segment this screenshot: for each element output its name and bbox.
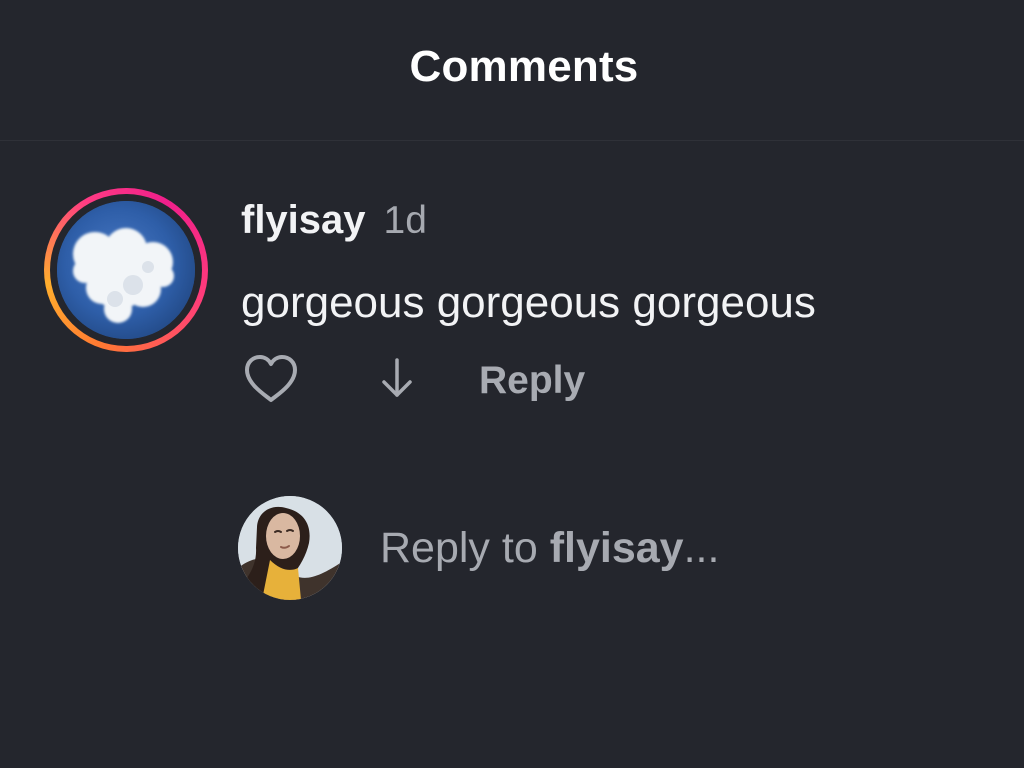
reply-input-target: flyisay bbox=[549, 524, 684, 572]
reply-input[interactable]: Reply to flyisay... bbox=[380, 524, 719, 573]
reply-composer: Reply to flyisay... bbox=[238, 496, 938, 602]
like-button[interactable] bbox=[241, 351, 301, 407]
user-portrait-image bbox=[238, 496, 342, 600]
download-button[interactable] bbox=[367, 351, 427, 407]
comment-header: flyisay 1d bbox=[241, 198, 427, 243]
cloud-heart-image bbox=[57, 201, 195, 339]
page-title: Comments bbox=[409, 42, 639, 91]
comments-header: Comments bbox=[0, 0, 1024, 141]
story-ring-inner bbox=[50, 194, 202, 346]
reply-button[interactable]: Reply bbox=[479, 359, 585, 403]
arrow-down-icon bbox=[382, 358, 412, 397]
story-ring[interactable] bbox=[44, 188, 208, 352]
heart-outline-icon bbox=[245, 355, 297, 402]
comment-item: flyisay 1d gorgeous gorgeous gorgeous Rep… bbox=[0, 141, 1024, 441]
reply-input-ellipsis: ... bbox=[683, 524, 720, 572]
comment-actions: Reply bbox=[241, 351, 661, 407]
comment-username[interactable]: flyisay bbox=[241, 198, 366, 242]
avatar[interactable] bbox=[57, 201, 195, 339]
comments-screen: Comments flyisay 1d gorgeous gorgeous go… bbox=[0, 0, 1024, 768]
reply-input-prefix: Reply to bbox=[380, 524, 538, 572]
current-user-avatar[interactable] bbox=[238, 496, 342, 600]
comment-text: gorgeous gorgeous gorgeous bbox=[241, 278, 816, 327]
comment-timestamp: 1d bbox=[383, 199, 427, 242]
